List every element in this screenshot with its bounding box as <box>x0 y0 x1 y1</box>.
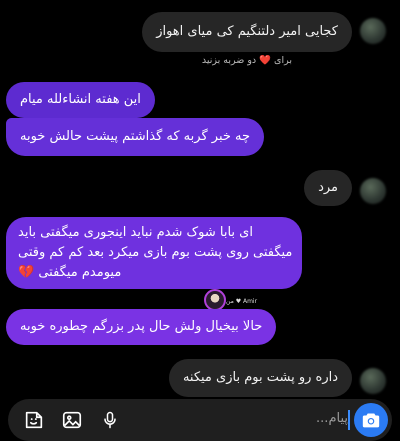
message-text: حالا بیخیال ولش حال پدر بزرگم چطوره خوبه <box>20 319 263 334</box>
message-line-1: ای بابا شوک شدم نباید اینجوری میگفتی بای… <box>18 225 253 240</box>
message-text: داره رو پشت بوم بازی میکنه <box>182 370 338 385</box>
sticker-label: من ♥ Amir <box>226 298 258 305</box>
microphone-icon[interactable] <box>98 408 122 432</box>
outgoing-message-1[interactable]: این هفته انشاءلله میام <box>6 82 155 118</box>
contact-avatar[interactable] <box>360 368 386 394</box>
contact-avatar[interactable] <box>360 18 386 44</box>
outgoing-message-3[interactable]: ای بابا شوک شدم نباید اینجوری میگفتی بای… <box>6 217 302 289</box>
camera-button[interactable] <box>354 403 388 437</box>
broken-heart-icon: 💔 <box>18 265 35 280</box>
reaction-sticker-icon[interactable] <box>204 289 226 311</box>
message-text: مرد <box>318 180 338 195</box>
contact-avatar[interactable] <box>360 178 386 204</box>
text-cursor <box>348 410 350 430</box>
message-text: این هفته انشاءلله میام <box>20 92 141 107</box>
double-tap-hint: برای ❤️ دو ضربه بزنید <box>201 55 292 66</box>
camera-icon <box>362 413 380 428</box>
message-input[interactable]: پیام... <box>316 411 348 426</box>
gallery-icon[interactable] <box>60 408 84 432</box>
message-text: چه خبر گربه که گذاشتم پیشت حالش خوبه <box>20 129 251 144</box>
outgoing-message-4[interactable]: حالا بیخیال ولش حال پدر بزرگم چطوره خوبه <box>6 309 277 345</box>
incoming-message-1[interactable]: کجایی امیر دلتنگیم کی میای اهواز <box>142 12 352 52</box>
incoming-message-2[interactable]: مرد <box>304 170 352 206</box>
outgoing-message-2[interactable]: چه خبر گربه که گذاشتم پیشت حالش خوبه <box>6 118 265 156</box>
incoming-message-3[interactable]: داره رو پشت بوم بازی میکنه <box>168 359 352 397</box>
message-line-3: میومدم میگفتی 💔 <box>18 265 122 280</box>
message-composer: پیام... <box>8 399 392 441</box>
sticker-icon[interactable] <box>22 408 46 432</box>
message-line-2: میگفتی روی پشت بوم بازی میکرد بعد کم کم … <box>18 245 293 260</box>
message-text: کجایی امیر دلتنگیم کی میای اهواز <box>156 24 338 39</box>
